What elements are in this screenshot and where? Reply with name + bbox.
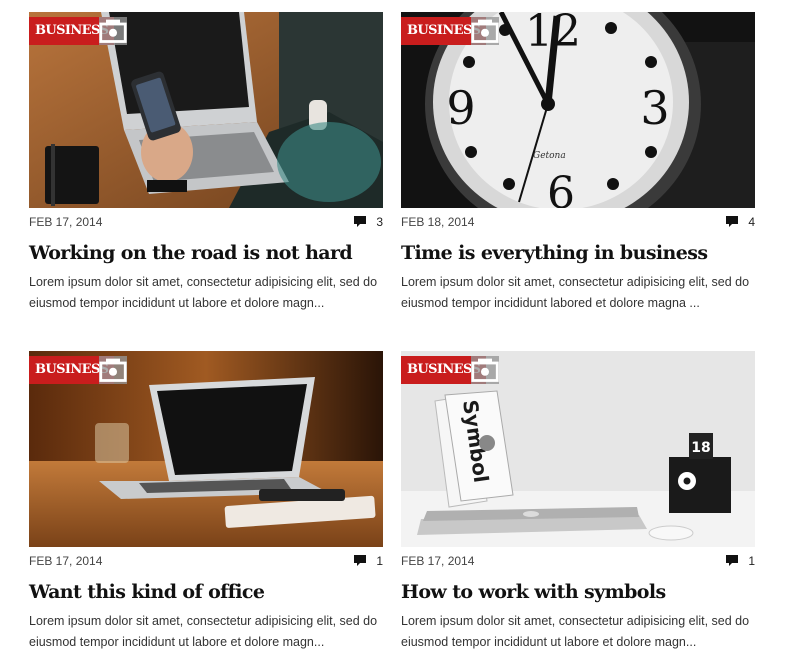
post-excerpt: Lorem ipsum dolor sit amet, consectetur …	[401, 614, 750, 649]
comment-count: 3	[376, 214, 383, 229]
post-thumbnail-link[interactable]: BUSINESS	[29, 12, 383, 208]
image-format-icon	[471, 17, 499, 45]
post-date: FEB 17, 2014	[401, 553, 475, 568]
post-card: Symbol 18 BUSINESS FEB 17, 2014 1 How to…	[401, 351, 755, 653]
post-title[interactable]: How to work with symbols	[401, 578, 755, 606]
post-card: BUSINESS FEB 17, 2014 3 Working on the r…	[29, 12, 383, 314]
post-excerpt: Lorem ipsum dolor sit amet, consectetur …	[29, 614, 378, 649]
comment-count-link[interactable]: 3	[353, 215, 383, 229]
comment-count-link[interactable]: 1	[353, 554, 383, 568]
post-excerpt: Lorem ipsum dolor sit amet, consectetur …	[401, 275, 750, 310]
post-title[interactable]: Working on the road is not hard	[29, 239, 383, 267]
post-thumbnail-link[interactable]: 12 3 6 9 Getona BUSINESS	[401, 12, 755, 208]
post-card: 12 3 6 9 Getona BUSINESS FEB 18, 2014 4 …	[401, 12, 755, 314]
post-card: BUSINESS FEB 17, 2014 1 Want this kind o…	[29, 351, 383, 653]
post-meta: FEB 17, 2014 1	[401, 553, 755, 568]
image-format-icon	[99, 356, 127, 384]
comment-count: 1	[376, 553, 383, 568]
post-date: FEB 18, 2014	[401, 214, 475, 229]
comment-count: 1	[748, 553, 755, 568]
comment-count-link[interactable]: 4	[725, 215, 755, 229]
comment-icon	[726, 216, 739, 227]
post-title[interactable]: Want this kind of office	[29, 578, 383, 606]
post-thumbnail-link[interactable]: Symbol 18 BUSINESS	[401, 351, 755, 547]
clock-number-3: 3	[640, 81, 669, 135]
comment-icon	[354, 216, 367, 227]
post-meta: FEB 17, 2014 1	[29, 553, 383, 568]
image-format-icon	[99, 17, 127, 45]
post-thumbnail-link[interactable]: BUSINESS	[29, 351, 383, 547]
post-excerpt: Lorem ipsum dolor sit amet, consectetur …	[29, 275, 378, 310]
post-title[interactable]: Time is everything in business	[401, 239, 755, 267]
calendar-day: 18	[691, 440, 710, 456]
comment-count: 4	[748, 214, 755, 229]
post-meta: FEB 17, 2014 3	[29, 214, 383, 229]
comment-count-link[interactable]: 1	[725, 554, 755, 568]
comment-icon	[354, 555, 367, 566]
comment-icon	[726, 555, 739, 566]
post-date: FEB 17, 2014	[29, 553, 103, 568]
image-format-icon	[471, 356, 499, 384]
clock-brand: Getona	[533, 151, 566, 161]
post-meta: FEB 18, 2014 4	[401, 214, 755, 229]
clock-number-6: 6	[547, 168, 575, 208]
post-date: FEB 17, 2014	[29, 214, 103, 229]
